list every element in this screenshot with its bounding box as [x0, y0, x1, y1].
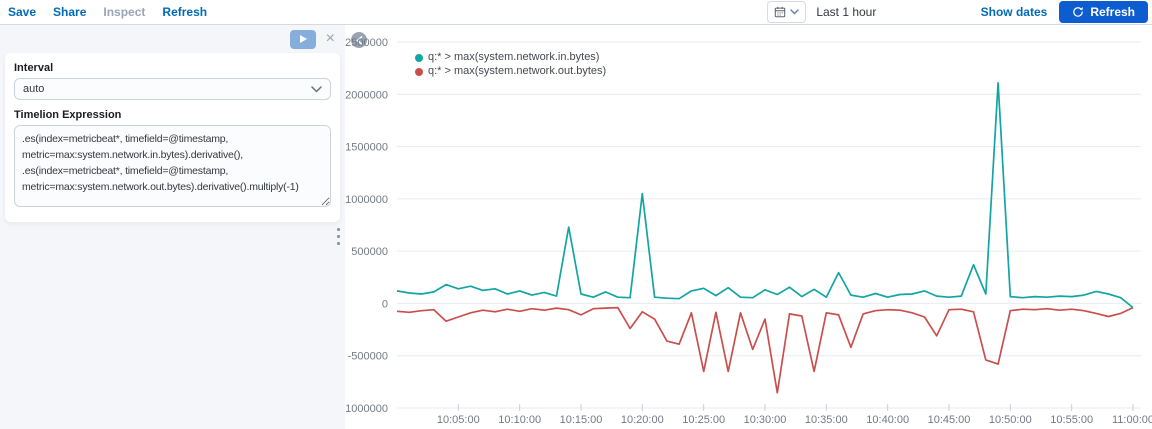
run-expression-button[interactable] — [290, 30, 316, 49]
date-controls: Last 1 hour Show dates Refresh — [767, 1, 1148, 23]
refresh-button-label: Refresh — [1090, 5, 1135, 19]
svg-text:10:35:00: 10:35:00 — [805, 414, 848, 426]
timelion-editor-panel: × Interval auto Timelion Expression .es(… — [0, 25, 345, 429]
svg-text:10:20:00: 10:20:00 — [621, 414, 664, 426]
interval-select[interactable]: auto — [14, 78, 331, 100]
interval-label: Interval — [14, 62, 331, 74]
svg-text:500000: 500000 — [351, 246, 388, 258]
main-content: × Interval auto Timelion Expression .es(… — [0, 25, 1152, 429]
svg-text:-500000: -500000 — [348, 351, 388, 363]
svg-text:10:05:00: 10:05:00 — [437, 414, 480, 426]
timelion-expression-input[interactable]: .es(index=metricbeat*, timefield=@timest… — [14, 125, 331, 207]
svg-text:2000000: 2000000 — [345, 89, 388, 101]
svg-text:0: 0 — [382, 298, 388, 310]
svg-text:11:00:00: 11:00:00 — [1112, 414, 1152, 426]
show-dates-button[interactable]: Show dates — [981, 5, 1048, 19]
expression-label: Timelion Expression — [14, 109, 331, 121]
svg-text:2500000: 2500000 — [345, 37, 388, 49]
chevron-down-icon — [790, 9, 799, 15]
calendar-icon — [774, 6, 786, 18]
series-in-dot — [415, 54, 423, 62]
save-button[interactable]: Save — [8, 5, 36, 19]
legend-label-in: q:* > max(system.network.in.bytes) — [428, 51, 599, 64]
svg-text:10:45:00: 10:45:00 — [928, 414, 971, 426]
svg-text:10:50:00: 10:50:00 — [989, 414, 1032, 426]
chart-region: 2500000 2000000 1500000 1000000 500000 0 -5000… — [345, 25, 1152, 429]
refresh-icon — [1072, 6, 1084, 18]
svg-text:10:55:00: 10:55:00 — [1050, 414, 1093, 426]
svg-text:1500000: 1500000 — [345, 142, 388, 154]
svg-text:1000000: 1000000 — [345, 194, 388, 206]
legend-item-in: q:* > max(system.network.in.bytes) — [415, 51, 606, 64]
refresh-query-button[interactable]: Refresh — [1059, 1, 1148, 23]
share-button[interactable]: Share — [53, 5, 86, 19]
svg-text:10:30:00: 10:30:00 — [744, 414, 787, 426]
panel-resize-handle[interactable] — [335, 226, 342, 247]
series-out-dot — [415, 68, 423, 76]
chart-legend: q:* > max(system.network.in.bytes) q:* >… — [415, 51, 606, 78]
svg-text:10:40:00: 10:40:00 — [866, 414, 909, 426]
editor-form-card: Interval auto Timelion Expression .es(in… — [5, 53, 340, 222]
inspect-button: Inspect — [103, 5, 145, 19]
date-quick-select-button[interactable] — [767, 1, 806, 23]
top-toolbar: Save Share Inspect Refresh — [0, 0, 1152, 25]
timelion-visualize-app: Save Share Inspect Refresh — [0, 0, 1152, 429]
toolbar-links: Save Share Inspect Refresh — [8, 5, 207, 19]
super-date-picker: Last 1 hour Show dates — [767, 1, 1059, 23]
legend-label-out: q:* > max(system.network.out.bytes) — [428, 65, 606, 78]
timeseries-chart: 2500000 2000000 1500000 1000000 500000 0 -5000… — [345, 25, 1152, 429]
refresh-link[interactable]: Refresh — [162, 5, 207, 19]
svg-text:-1000000: -1000000 — [345, 403, 388, 415]
close-icon[interactable]: × — [324, 32, 337, 46]
interval-value: auto — [23, 83, 44, 95]
editor-header: × — [0, 25, 345, 53]
svg-text:10:10:00: 10:10:00 — [498, 414, 541, 426]
date-range-value[interactable]: Last 1 hour — [816, 5, 876, 19]
play-icon — [300, 35, 307, 43]
chevron-down-icon — [311, 86, 322, 93]
svg-text:10:15:00: 10:15:00 — [560, 414, 603, 426]
legend-item-out: q:* > max(system.network.out.bytes) — [415, 65, 606, 78]
svg-text:10:25:00: 10:25:00 — [682, 414, 725, 426]
